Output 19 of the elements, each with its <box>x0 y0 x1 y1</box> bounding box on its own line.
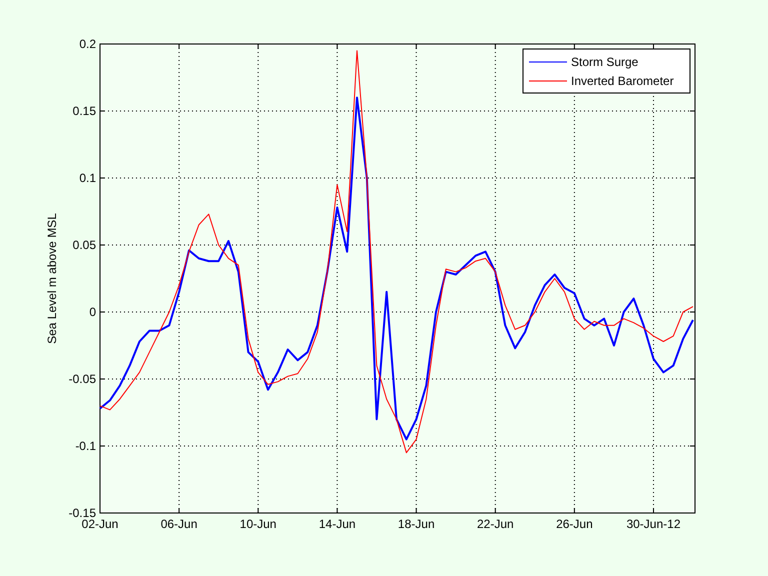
x-tick-label: 06-Jun <box>160 517 198 531</box>
x-tick-label: 22-Jun <box>477 517 514 531</box>
x-tick-label: 30-Jun-12 <box>626 517 680 531</box>
y-axis-label: Sea Level m above MSL <box>45 213 59 344</box>
x-tick-label: 10-Jun <box>240 517 276 531</box>
x-tick-label: 14-Jun <box>318 517 356 531</box>
y-tick-label: 0.05 <box>72 238 96 252</box>
x-tick-label: 02-Jun <box>82 517 118 531</box>
legend-label: Inverted Barometer <box>571 74 674 88</box>
legend-label: Storm Surge <box>571 55 638 69</box>
y-tick-label: 0.15 <box>72 104 96 118</box>
y-tick-label: 0.1 <box>79 171 96 185</box>
y-tick-label: 0 <box>89 305 96 319</box>
y-tick-label: -0.15 <box>68 506 96 520</box>
x-tick-label: 26-Jun <box>556 517 593 531</box>
y-tick-label: -0.05 <box>68 372 96 386</box>
y-tick-label: -0.1 <box>75 439 96 453</box>
y-tick-label: 0.2 <box>79 37 96 51</box>
x-tick-label: 18-Jun <box>398 517 435 531</box>
